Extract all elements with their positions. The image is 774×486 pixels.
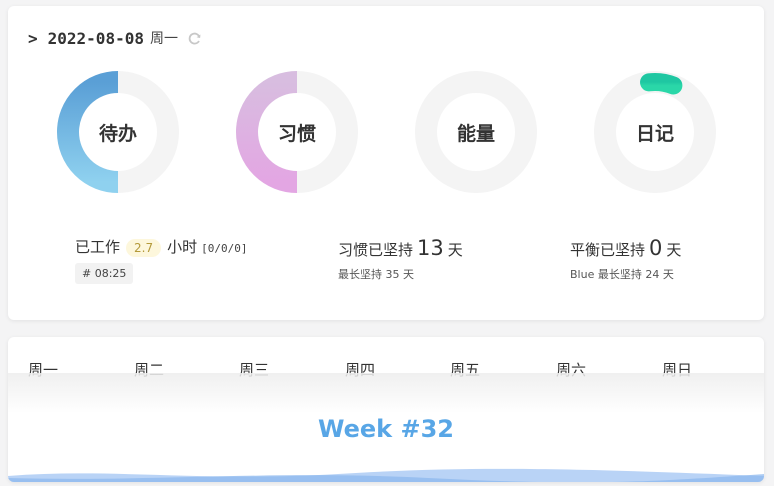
weekday-text: 周一 bbox=[149, 31, 178, 47]
habit-stat: 习惯已坚持 13 天 最长坚持 35 天 bbox=[338, 236, 463, 282]
balance-prefix: 平衡已坚持 bbox=[570, 241, 646, 259]
work-prefix: 已工作 bbox=[75, 238, 121, 256]
todo-ring[interactable]: 待办 bbox=[56, 70, 180, 194]
week-title[interactable]: Week #32 bbox=[8, 415, 764, 443]
daily-summary-card: > 2022-08-08 周一 待办 习惯 能量 日记 已工作 2.7 小时 [… bbox=[8, 6, 764, 320]
journal-ring-label: 日记 bbox=[635, 122, 674, 145]
balance-stat: 平衡已坚持 0 天 Blue 最长坚持 24 天 bbox=[570, 236, 681, 282]
energy-ring[interactable]: 能量 bbox=[414, 70, 538, 194]
balance-longest: Blue 最长坚持 24 天 bbox=[570, 268, 674, 281]
balance-unit: 天 bbox=[666, 241, 682, 259]
journal-ring[interactable]: 日记 bbox=[593, 70, 717, 194]
habit-unit: 天 bbox=[447, 241, 463, 259]
weekday-fade bbox=[8, 373, 764, 413]
work-unit: 小时 bbox=[167, 238, 198, 256]
habit-ring-label: 习惯 bbox=[277, 122, 316, 145]
habit-streak-value: 13 bbox=[417, 236, 444, 260]
week-card: 周一 周二 周三 周四 周五 周六 周日 Week #32 bbox=[8, 337, 764, 482]
work-stat: 已工作 2.7 小时 [0/0/0] # 08:25 bbox=[75, 236, 247, 284]
habit-longest: 最长坚持 35 天 bbox=[338, 268, 414, 281]
balance-streak-value: 0 bbox=[649, 236, 663, 260]
work-time-tag[interactable]: # 08:25 bbox=[75, 263, 134, 284]
date-text[interactable]: 2022-08-08 bbox=[48, 29, 144, 48]
energy-ring-label: 能量 bbox=[456, 122, 495, 145]
todo-ring-label: 待办 bbox=[98, 122, 137, 145]
wave-decoration bbox=[8, 468, 764, 482]
work-detail: [0/0/0] bbox=[201, 242, 248, 255]
refresh-icon[interactable] bbox=[188, 31, 202, 45]
habit-prefix: 习惯已坚持 bbox=[338, 241, 414, 259]
prompt-symbol: > bbox=[28, 28, 38, 48]
habit-ring[interactable]: 习惯 bbox=[235, 70, 359, 194]
date-header: > 2022-08-08 周一 bbox=[28, 28, 202, 48]
work-hours-badge: 2.7 bbox=[126, 239, 162, 257]
